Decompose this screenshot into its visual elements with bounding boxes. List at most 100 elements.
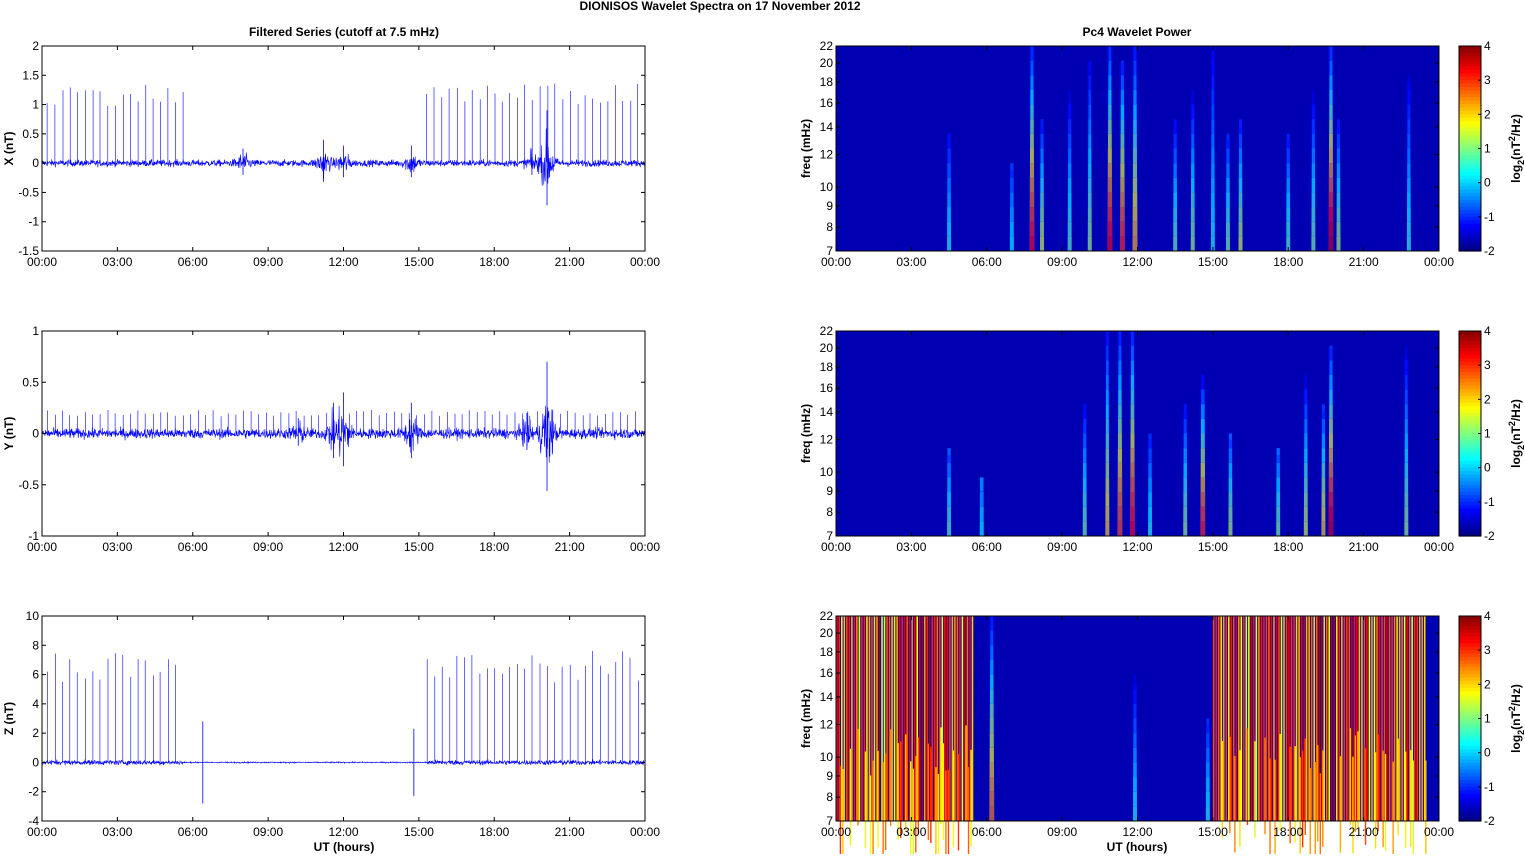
power-streak [1279,734,1281,831]
power-streak [1265,616,1268,821]
power-halo [1285,140,1291,251]
colorbar-cell [1459,117,1481,122]
colorbar-cell [1459,172,1481,177]
colorbar-cell [1459,210,1481,215]
power-halo [946,140,952,251]
power-streak [1290,616,1293,821]
colorbar-cell [1459,810,1481,815]
power-streak [906,616,908,821]
power-streak [1378,616,1381,821]
power-halo [1132,684,1138,821]
colorbar-cell [1459,382,1481,387]
y-axis-label: freq (mHz) [799,689,813,748]
colorbar-cell [1459,704,1481,709]
y-tick-label: 8 [826,505,833,519]
colorbar-cell [1459,501,1481,506]
power-halo [1238,126,1243,251]
colorbar-cell [1459,337,1481,342]
colorbar-cell [1459,491,1481,496]
colorbar-cell [1459,189,1481,194]
y-tick-label: 0.5 [22,127,39,141]
colorbar-cell [1459,73,1481,78]
colorbar-cell [1459,732,1481,737]
colorbar-cell [1459,633,1481,638]
power-streak [1215,616,1217,821]
x-tick-label: 00:00 [821,255,851,269]
colorbar-cell [1459,529,1481,534]
colorbar-cell [1459,104,1481,109]
x-tick-label: 12:00 [1122,540,1152,554]
colorbar-cell [1459,385,1481,390]
power-streak [1358,616,1361,821]
x-tick-label: 15:00 [1198,825,1228,839]
y-tick-label: 12 [820,433,834,447]
y-tick-label: 20 [820,341,834,355]
x-tick-label: 09:00 [1047,825,1077,839]
power-streak [927,743,930,841]
power-streak [1280,616,1283,821]
power-streak [954,616,956,821]
heatmap-0: 78910121416182022freq (mHz)43210-1-2log2… [799,39,1525,258]
power-streak [1304,374,1308,390]
power-halo [1190,103,1196,251]
colorbar-tick-label: 2 [1484,107,1491,121]
plots: -1.5-1-0.500.511.52X (nT)00:00 03:00 06:00… [2,39,1525,859]
power-streak [942,743,945,840]
power-halo [1119,63,1126,251]
colorbar-cell [1459,93,1481,98]
x-tick-label: 00:00 [1424,825,1454,839]
x-tick-label: 12:00 [1122,255,1152,269]
colorbar-cell [1459,653,1481,658]
colorbar-tick-label: 4 [1484,609,1491,623]
colorbar-cell [1459,780,1481,785]
power-halo [1106,46,1113,251]
power-streak [1412,760,1414,857]
power-streak [1371,616,1373,821]
power-streak [884,753,887,851]
colorbar-cell [1459,783,1481,788]
x-tick-label: 06:00 [972,255,1002,269]
power-halo [1321,411,1326,536]
y-tick-label: 18 [820,645,834,659]
power-halo [1406,81,1412,251]
x-tick-label: 21:00 [555,255,585,269]
colorbar-cell [1459,399,1481,404]
power-streak [945,770,947,859]
colorbar-cell [1459,237,1481,242]
power-streak [886,616,888,821]
colorbar-cell [1459,128,1481,133]
colorbar-label: log2(nT2/Hz) [1507,684,1525,753]
power-streak [1299,757,1301,854]
power-streak [1248,616,1250,821]
y-tick-label: 16 [820,96,834,110]
y-tick-label: 4 [32,697,39,711]
power-streak [1314,762,1316,859]
colorbar-cell [1459,244,1481,249]
power-streak [882,762,884,859]
colorbar-cell [1459,138,1481,143]
colorbar-cell [1459,426,1481,431]
colorbar-cell [1459,151,1481,156]
colorbar-cell [1459,443,1481,448]
x-tick-label: 12:00 [328,825,358,839]
power-halo [1028,46,1035,251]
colorbar-cell [1459,389,1481,394]
x-tick-label: 15:00 [404,540,434,554]
colorbar-cell [1459,341,1481,346]
colorbar-cell [1459,735,1481,740]
y-tick-label: 8 [826,790,833,804]
colorbar-cell [1459,392,1481,397]
power-streak [967,766,970,859]
colorbar-cell [1459,90,1481,95]
power-streak [861,616,863,821]
colorbar-tick-label: -2 [1484,814,1495,828]
x-tick-label: 18:00 [479,825,509,839]
colorbar-cell [1459,162,1481,167]
power-streak [1333,616,1336,821]
x-tick-label: 12:00 [328,255,358,269]
colorbar-cell [1459,515,1481,520]
colorbar-cell [1459,49,1481,54]
power-streak [1335,616,1338,821]
power-streak [858,616,861,821]
power-streak [1243,616,1245,821]
